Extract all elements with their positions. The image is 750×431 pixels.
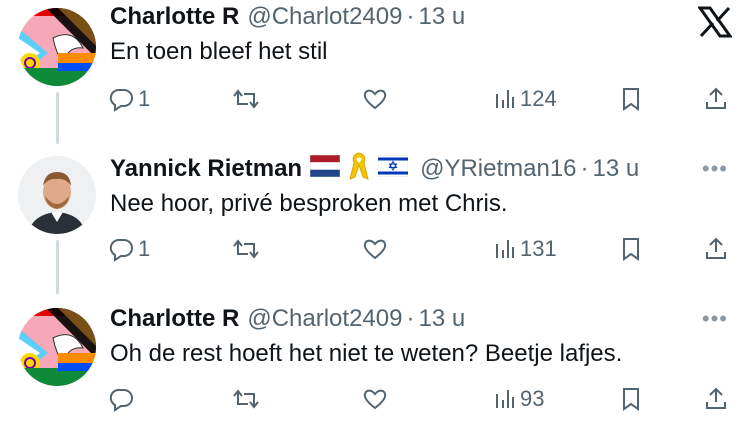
views-button[interactable]: 131 (494, 236, 557, 262)
retweet-icon (233, 89, 259, 109)
views-button[interactable]: 124 (494, 86, 557, 112)
retweet-icon (233, 239, 259, 259)
israel-flag-icon (377, 154, 409, 184)
author-name[interactable]: Yannick Rietman (110, 155, 302, 183)
heart-icon (363, 389, 387, 410)
reply-icon (109, 89, 133, 112)
x-logo-icon[interactable] (697, 6, 733, 43)
reply-button[interactable]: 1 (108, 236, 150, 262)
view-count: 124 (520, 86, 557, 111)
tweet[interactable]: Yannick Rietman @YRietman16 · 13 u ••• N… (0, 150, 750, 280)
views-icon (496, 90, 514, 108)
retweet-button[interactable] (232, 86, 260, 112)
share-icon (706, 237, 726, 259)
retweet-icon (233, 389, 259, 409)
tweet-text: En toen bleef het stil (110, 38, 328, 65)
avatar[interactable] (18, 308, 96, 386)
retweet-button[interactable] (232, 386, 260, 412)
share-button[interactable] (704, 386, 728, 412)
reply-button[interactable]: 1 (108, 86, 150, 112)
tweet-text: Oh de rest hoeft het niet te weten? Beet… (110, 340, 623, 367)
netherlands-flag-icon (309, 154, 341, 184)
retweet-button[interactable] (232, 236, 260, 262)
share-button[interactable] (704, 236, 728, 262)
views-icon (496, 390, 514, 408)
view-count: 131 (520, 236, 557, 261)
author-handle[interactable]: @Charlot2409 (247, 305, 402, 333)
views-icon (496, 240, 514, 258)
timestamp[interactable]: 13 u (593, 155, 640, 183)
timestamp[interactable]: 13 u (418, 3, 465, 31)
avatar[interactable] (18, 156, 96, 234)
author-handle[interactable]: @YRietman16 (420, 155, 576, 183)
timestamp[interactable]: 13 u (418, 305, 465, 333)
reply-count: 1 (138, 236, 151, 261)
views-button[interactable]: 93 (494, 386, 544, 412)
reply-icon (109, 239, 133, 262)
separator: · (406, 305, 415, 332)
share-icon (706, 387, 726, 409)
author-name[interactable]: Charlotte R (110, 305, 239, 333)
bookmark-icon (623, 388, 639, 411)
share-icon (706, 87, 726, 109)
yellow-ribbon-icon (348, 151, 370, 188)
share-button[interactable] (704, 86, 728, 112)
bookmark-button[interactable] (620, 86, 642, 112)
like-button[interactable] (362, 236, 388, 262)
separator: · (406, 3, 415, 30)
like-button[interactable] (362, 386, 388, 412)
more-options-button[interactable]: ••• (702, 156, 728, 182)
bookmark-button[interactable] (620, 386, 642, 412)
heart-icon (363, 239, 387, 260)
more-options-button[interactable]: ••• (702, 306, 728, 332)
view-count: 93 (520, 386, 545, 411)
heart-icon (363, 89, 387, 110)
tweet-text: Nee hoor, privé besproken met Chris. (110, 190, 508, 217)
reply-count: 1 (138, 86, 151, 111)
reply-button[interactable] (108, 386, 134, 412)
tweet[interactable]: Charlotte R @Charlot2409 · 13 u ••• Oh d… (0, 300, 750, 431)
bookmark-icon (623, 238, 639, 261)
separator: · (580, 155, 589, 182)
author-name[interactable]: Charlotte R (110, 3, 239, 31)
bookmark-button[interactable] (620, 236, 642, 262)
tweet[interactable]: Charlotte R @Charlot2409 · 13 u En toen … (0, 0, 750, 130)
avatar[interactable] (18, 8, 96, 86)
like-button[interactable] (362, 86, 388, 112)
author-handle[interactable]: @Charlot2409 (247, 3, 402, 31)
bookmark-icon (623, 88, 639, 111)
reply-icon (109, 389, 133, 412)
